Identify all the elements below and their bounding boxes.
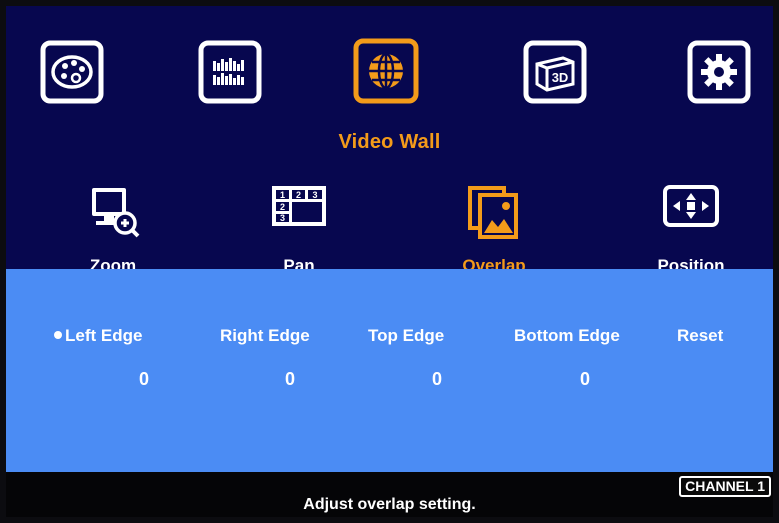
option-top-edge[interactable]: Top Edge	[368, 326, 444, 346]
option-label: Top Edge	[368, 326, 445, 345]
gear-icon	[687, 40, 751, 104]
channel-badge: CHANNEL 1	[679, 476, 771, 497]
svg-text:3D: 3D	[552, 70, 569, 85]
option-label: Left Edge	[65, 326, 143, 345]
overlap-icon	[468, 186, 518, 239]
submenu-item-position[interactable]: Position	[631, 184, 751, 276]
settings-menu-button[interactable]	[687, 40, 751, 104]
svg-text:3: 3	[312, 190, 317, 200]
right-edge-value[interactable]: 0	[270, 369, 310, 390]
option-left-edge[interactable]: Left Edge	[54, 326, 142, 346]
menu-title: Video Wall	[338, 131, 441, 153]
selected-bullet-icon	[54, 331, 62, 339]
submenu-item-overlap[interactable]: Overlap	[434, 184, 554, 276]
option-right-edge[interactable]: Right Edge	[220, 326, 310, 346]
globe-icon	[353, 38, 419, 104]
bottom-edge-value[interactable]: 0	[565, 369, 605, 390]
submenu-item-pan[interactable]: 123 23 Pan	[239, 184, 359, 276]
option-label: Bottom Edge	[514, 326, 620, 345]
top-edge-value[interactable]: 0	[417, 369, 457, 390]
svg-text:2: 2	[280, 202, 285, 212]
3d-icon: 3D	[523, 40, 587, 104]
status-message: Adjust overlap setting.	[303, 496, 476, 513]
zoom-icon	[92, 188, 140, 238]
equalizer-icon	[198, 40, 262, 104]
option-label: Right Edge	[220, 326, 310, 345]
status-bar: CHANNEL 1 Adjust overlap setting.	[6, 472, 773, 517]
svg-text:3: 3	[280, 213, 285, 223]
svg-text:2: 2	[296, 190, 301, 200]
equalizer-menu-button[interactable]	[198, 40, 262, 104]
palette-icon	[40, 40, 104, 104]
left-edge-value[interactable]: 0	[124, 369, 164, 390]
option-bottom-edge[interactable]: Bottom Edge	[514, 326, 620, 346]
option-label: Reset	[677, 326, 724, 345]
video-wall-menu-button[interactable]	[353, 38, 419, 104]
position-icon	[663, 185, 719, 227]
svg-text:1: 1	[280, 190, 285, 200]
pan-grid-icon: 123 23	[272, 186, 326, 226]
submenu-item-zoom[interactable]: Zoom	[53, 184, 173, 276]
osd-screen: 3D Video Wall Zoom 1 2 3 2 3 Pan Overlap…	[6, 6, 773, 517]
palette-menu-button[interactable]	[40, 40, 104, 104]
3d-menu-button[interactable]: 3D	[523, 40, 587, 104]
option-reset[interactable]: Reset	[677, 326, 723, 346]
overlap-settings-panel: Left Edge Right Edge Top Edge Bottom Edg…	[6, 269, 773, 472]
